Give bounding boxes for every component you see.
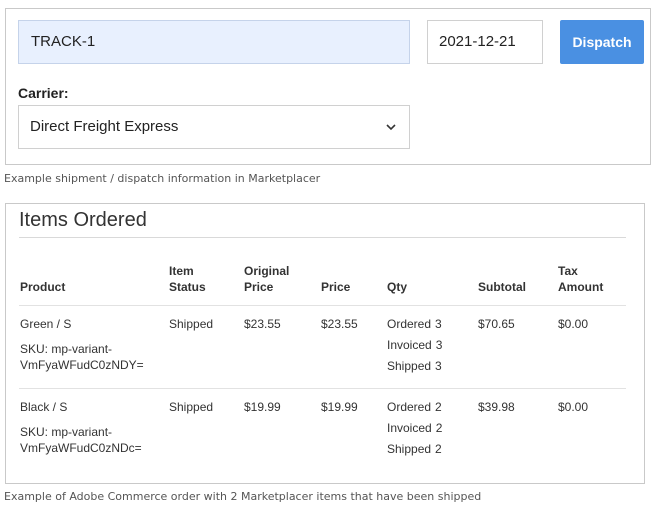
price: $23.55 <box>321 317 358 331</box>
title-divider <box>19 237 626 238</box>
price: $19.99 <box>321 400 358 414</box>
items-ordered-panel: Items Ordered Product Item Status Origin… <box>5 203 645 484</box>
caption-items-ordered: Example of Adobe Commerce order with 2 M… <box>4 490 482 503</box>
header-price: Price <box>321 280 351 294</box>
item-status: Shipped <box>169 317 214 331</box>
header-tax-amount-line1: Tax <box>558 264 578 278</box>
qty-invoiced-value: 3 <box>435 338 443 352</box>
header-qty: Qty <box>387 280 408 294</box>
carrier-selected-value: Direct Freight Express <box>30 118 179 135</box>
header-item-status-line1: Item <box>169 264 194 278</box>
header-item-status: Item Status <box>169 263 206 295</box>
carrier-label: Carrier: <box>18 85 69 101</box>
qty-cell: Ordered 3 Invoiced 3 Shipped 3 <box>387 316 442 379</box>
header-subtotal: Subtotal <box>478 280 526 294</box>
dispatch-button[interactable]: Dispatch <box>560 20 644 64</box>
header-item-status-line2: Status <box>169 280 206 294</box>
qty-invoiced: Invoiced 2 <box>387 420 442 441</box>
qty-invoiced-label: Invoiced <box>387 421 432 435</box>
header-original-price-line1: Original <box>244 264 290 278</box>
tracking-number-input[interactable]: TRACK-1 <box>18 20 410 64</box>
product-sku: SKU: mp-variant-VmFyaWFudC0zNDY= <box>20 341 160 373</box>
qty-cell: Ordered 2 Invoiced 2 Shipped 2 <box>387 399 442 462</box>
original-price: $19.99 <box>244 400 281 414</box>
qty-ordered-value: 3 <box>435 317 442 331</box>
dispatch-date-input[interactable]: 2021-12-21 <box>427 20 543 64</box>
qty-ordered-value: 2 <box>435 400 442 414</box>
qty-shipped: Shipped 2 <box>387 441 442 462</box>
header-divider <box>19 305 626 306</box>
sku-text: SKU: mp-variant-VmFyaWFudC0zNDc= <box>20 425 142 455</box>
qty-ordered: Ordered 2 <box>387 399 442 420</box>
qty-shipped-value: 2 <box>435 442 442 456</box>
tax-amount: $0.00 <box>558 400 589 414</box>
qty-shipped-label: Shipped <box>387 359 432 373</box>
header-original-price-line2: Price <box>244 280 274 294</box>
header-tax-amount-line2: Amount <box>558 280 604 294</box>
header-tax-amount: Tax Amount <box>558 263 603 295</box>
qty-invoiced-label: Invoiced <box>387 338 432 352</box>
item-status: Shipped <box>169 400 214 414</box>
qty-invoiced-value: 2 <box>435 421 443 435</box>
subtotal: $70.65 <box>478 317 515 331</box>
tax-amount: $0.00 <box>558 317 589 331</box>
original-price: $23.55 <box>244 317 281 331</box>
items-ordered-title: Items Ordered <box>19 209 147 231</box>
sku-text: SKU: mp-variant-VmFyaWFudC0zNDY= <box>20 342 144 372</box>
subtotal: $39.98 <box>478 400 515 414</box>
product-name: Green / S <box>20 317 72 331</box>
qty-ordered: Ordered 3 <box>387 316 442 337</box>
qty-shipped-label: Shipped <box>387 442 432 456</box>
qty-ordered-label: Ordered <box>387 317 432 331</box>
header-original-price: Original Price <box>244 263 289 295</box>
dispatch-panel: TRACK-1 2021-12-21 Dispatch Carrier: Dir… <box>5 8 651 165</box>
qty-shipped-value: 3 <box>435 359 442 373</box>
qty-invoiced: Invoiced 3 <box>387 337 442 358</box>
qty-ordered-label: Ordered <box>387 400 432 414</box>
carrier-select[interactable]: Direct Freight Express <box>18 105 410 149</box>
chevron-down-icon <box>386 124 396 131</box>
caption-dispatch: Example shipment / dispatch information … <box>4 172 321 185</box>
product-name: Black / S <box>20 400 68 414</box>
qty-shipped: Shipped 3 <box>387 358 442 379</box>
row-divider <box>19 388 626 389</box>
product-sku: SKU: mp-variant-VmFyaWFudC0zNDc= <box>20 424 160 456</box>
header-product: Product <box>20 280 66 294</box>
